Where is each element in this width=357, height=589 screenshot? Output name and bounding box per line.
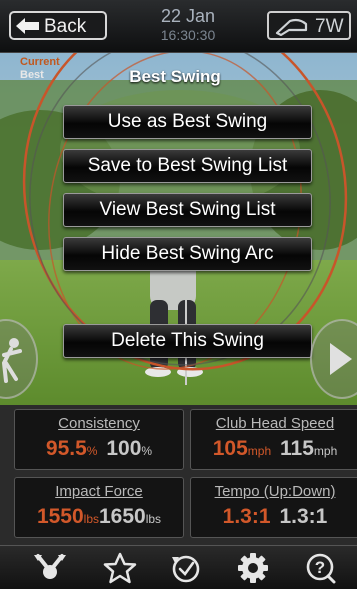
current-value: 1550	[36, 505, 84, 528]
stat-title: Impact Force	[55, 483, 143, 500]
current-value: 1.3:1	[222, 505, 271, 528]
stat-title: Consistency	[58, 415, 140, 432]
arc-legend: Current Best	[20, 56, 60, 82]
next-swing-button[interactable]	[310, 319, 357, 399]
swing-date: 22 Jan	[160, 6, 216, 26]
gear-icon	[238, 553, 268, 583]
swing-time: 16:30:30	[160, 27, 216, 43]
best-value: 115	[280, 437, 314, 460]
club-selector-button[interactable]: 7W	[267, 11, 351, 40]
play-arrow-icon	[330, 343, 352, 375]
current-value: 95.5	[45, 437, 87, 460]
menu-title: Best Swing	[129, 67, 221, 86]
swing-analysis-icon	[34, 554, 66, 579]
tab-help[interactable]: ?	[300, 552, 340, 584]
current-unit: %	[86, 444, 98, 458]
best-value: 1.3:1	[279, 505, 328, 528]
best-value: 1650	[99, 505, 146, 528]
best-value: 100	[106, 437, 142, 460]
tab-history[interactable]	[166, 552, 206, 584]
bottom-tab-bar: ?	[0, 545, 357, 589]
club-head-icon	[275, 18, 308, 36]
top-bar: Back 22 Jan 16:30:30 7W	[0, 0, 357, 53]
legend-best: Best	[20, 69, 44, 81]
app-screen: Back 22 Jan 16:30:30 7W Current Best Bes…	[0, 0, 357, 589]
tab-settings[interactable]	[233, 552, 273, 584]
legend-current: Current	[20, 56, 60, 68]
current-unit: mph	[247, 444, 272, 458]
star-icon	[103, 552, 137, 584]
best-unit: mph	[313, 444, 338, 458]
tempo-stat[interactable]: Tempo (Up:Down) 1.3:1 1.3:1	[190, 477, 357, 538]
history-icon	[172, 555, 200, 583]
previous-swing-button[interactable]	[0, 319, 38, 399]
hide-best-swing-arc-button[interactable]: Hide Best Swing Arc	[63, 237, 312, 271]
stat-title: Tempo (Up:Down)	[214, 483, 336, 500]
current-value: 105	[212, 437, 248, 460]
help-icon: ?	[306, 553, 336, 584]
best-unit: %	[141, 444, 153, 458]
club-label: 7W	[315, 16, 344, 37]
impact-force-stat[interactable]: Impact Force 1550lbs1650lbs	[14, 477, 184, 538]
delete-this-swing-button[interactable]: Delete This Swing	[63, 324, 312, 358]
left-arrow-icon	[16, 18, 39, 34]
view-best-swing-list-button[interactable]: View Best Swing List	[63, 193, 312, 227]
back-button[interactable]: Back	[9, 11, 107, 40]
current-unit: lbs	[83, 512, 99, 526]
back-label: Back	[44, 16, 87, 37]
tab-favorites[interactable]	[100, 552, 140, 584]
consistency-stat[interactable]: Consistency 95.5% 100%	[14, 409, 184, 470]
svg-text:?: ?	[315, 558, 325, 577]
use-as-best-swing-button[interactable]: Use as Best Swing	[63, 105, 312, 139]
golfer-thumbnail-icon	[1, 338, 22, 383]
club-head-speed-stat[interactable]: Club Head Speed 105mph 115mph	[190, 409, 357, 470]
tab-swing-analysis[interactable]	[30, 552, 70, 584]
best-unit: lbs	[145, 512, 162, 526]
swing-stats-panel: Consistency 95.5% 100% Club Head Speed 1…	[0, 405, 357, 545]
save-to-best-swing-list-button[interactable]: Save to Best Swing List	[63, 149, 312, 183]
stat-title: Club Head Speed	[215, 415, 335, 432]
